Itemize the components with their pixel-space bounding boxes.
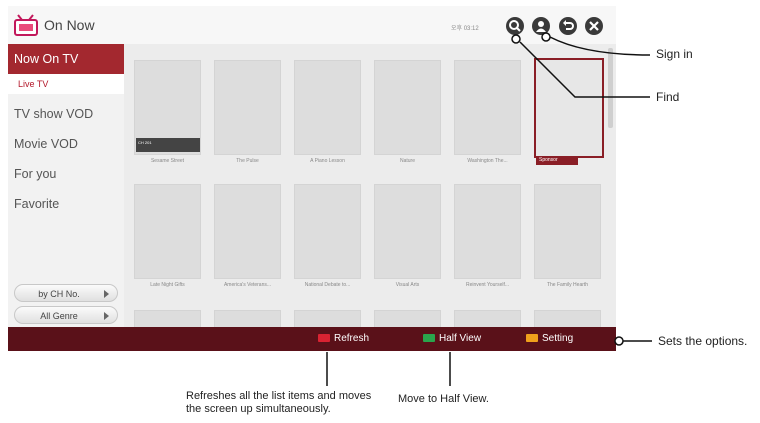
half-view-note: Move to Half View. <box>398 393 489 405</box>
callout-lines <box>326 32 652 386</box>
refresh-note: Refreshes all the list items and moves t… <box>186 390 371 416</box>
refresh-note-line2: the screen up simultaneously. <box>186 403 331 415</box>
refresh-note-line1: Refreshes all the list items and moves <box>186 390 372 402</box>
sign-in-callout: Sign in <box>656 47 693 61</box>
find-callout: Find <box>656 90 680 104</box>
options-callout: Sets the options. <box>658 334 748 348</box>
